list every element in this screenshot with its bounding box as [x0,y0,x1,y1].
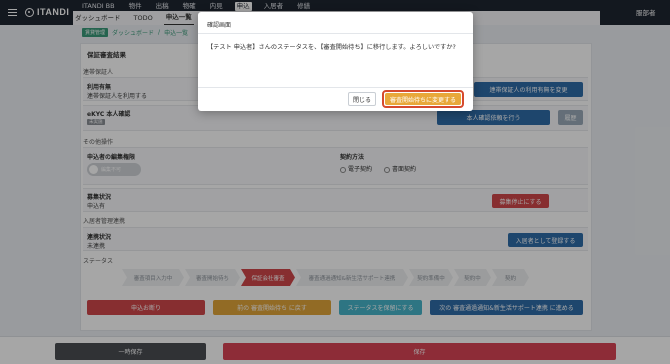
dialog-title: 確認画面 [207,22,232,29]
dialog-footer-divider [198,87,473,88]
dialog-header: 確認画面 [198,12,473,34]
dialog-confirm-button[interactable]: 審査開始待ちに変更する [382,90,464,108]
confirm-dialog: 確認画面 【テスト 申込者】さんのステータスを、【審査開始待ち】に移行します。よ… [198,12,473,111]
dialog-close-button[interactable]: 閉じる [348,92,376,106]
dialog-message: 【テスト 申込者】さんのステータスを、【審査開始待ち】に移行します。よろしいです… [207,44,456,51]
dialog-confirm-label: 審査開始待ちに変更する [385,93,461,105]
